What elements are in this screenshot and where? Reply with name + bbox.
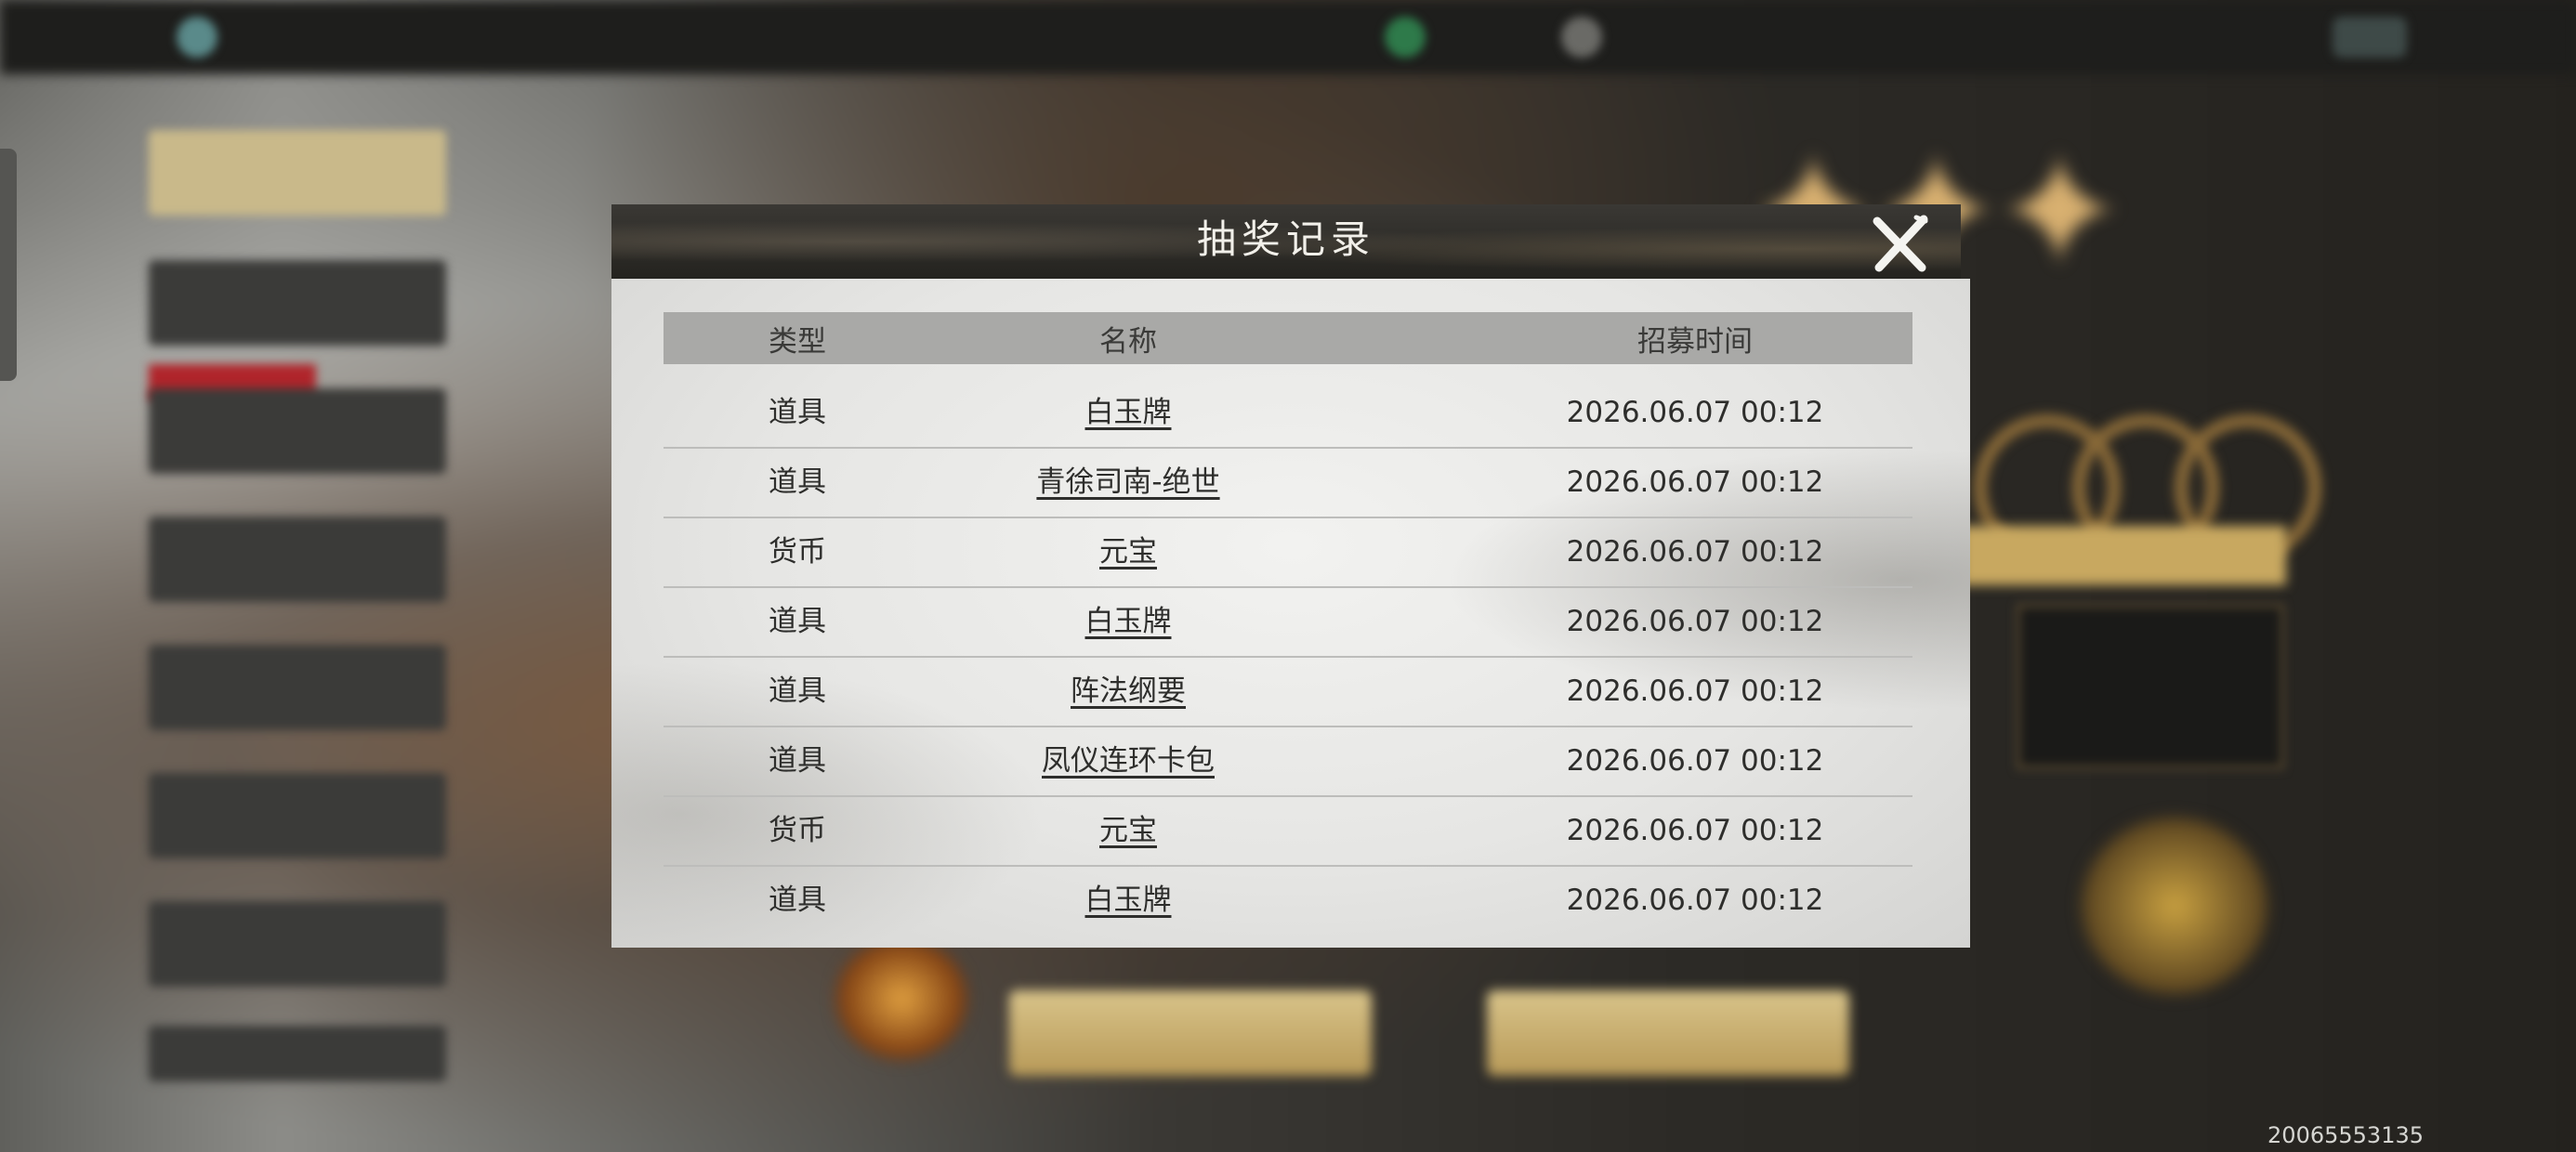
header-type: 类型 (769, 324, 826, 359)
coin-currency-icon (1561, 17, 1602, 58)
menu-icon (2333, 17, 2407, 58)
preview-box (2017, 604, 2284, 769)
orange-orb (836, 938, 966, 1059)
row-name-link[interactable]: 白玉牌 (989, 588, 1268, 656)
row-time: 2026.06.07 00:12 (1566, 744, 1824, 778)
row-time: 2026.06.07 00:12 (1566, 465, 1824, 499)
side-tab (149, 645, 446, 730)
row-time: 2026.06.07 00:12 (1566, 884, 1824, 917)
golden-orb (2082, 818, 2267, 994)
row-type: 道具 (769, 674, 826, 708)
table-row: 道具 白玉牌 2026.06.07 00:12 (664, 867, 1912, 920)
table-row: 道具 阵法纲要 2026.06.07 00:12 (664, 658, 1912, 727)
row-type: 道具 (769, 465, 826, 499)
row-name-link[interactable]: 白玉牌 (989, 379, 1268, 447)
draw-ten-button (1487, 990, 1849, 1076)
row-type: 道具 (769, 884, 826, 917)
side-tab (149, 901, 446, 987)
side-tab (149, 517, 446, 602)
top-bar (0, 0, 2576, 74)
side-tab (149, 773, 446, 858)
dialog-title: 抽奖记录 (1196, 216, 1375, 262)
jade-currency-icon (1385, 17, 1426, 58)
row-name-link[interactable]: 元宝 (989, 797, 1268, 865)
side-tab (149, 260, 446, 346)
row-name-link[interactable]: 凤仪连环卡包 (989, 727, 1268, 795)
row-type: 货币 (769, 535, 826, 569)
row-time: 2026.06.07 00:12 (1566, 674, 1824, 708)
header-time: 招募时间 (1637, 324, 1753, 359)
close-x-icon (1873, 215, 1928, 272)
table-row: 道具 青徐司南-绝世 2026.06.07 00:12 (664, 449, 1912, 518)
row-time: 2026.06.07 00:12 (1566, 396, 1824, 429)
dialog-body: 类型 名称 招募时间 道具 白玉牌 2026.06.07 00:12 道具 青徐… (611, 279, 1970, 948)
row-time: 2026.06.07 00:12 (1566, 814, 1824, 847)
row-type: 道具 (769, 396, 826, 429)
left-edge-handle (0, 149, 17, 381)
table-row: 道具 白玉牌 2026.06.07 00:12 (664, 588, 1912, 658)
row-name-link[interactable]: 阵法纲要 (989, 658, 1268, 726)
side-tab (149, 388, 446, 474)
gold-strip (1961, 526, 2286, 585)
table-row: 道具 凤仪连环卡包 2026.06.07 00:12 (664, 727, 1912, 797)
row-type: 货币 (769, 814, 826, 847)
row-time: 2026.06.07 00:12 (1566, 605, 1824, 638)
header-name: 名称 (1099, 324, 1157, 359)
side-tab-active (149, 130, 446, 216)
back-icon (177, 17, 217, 58)
table-header: 类型 名称 招募时间 (664, 312, 1912, 364)
row-type: 道具 (769, 605, 826, 638)
draw-record-dialog: 抽奖记录 类型 名称 招募时间 道具 白玉牌 2026.06.07 00:12 … (611, 204, 1970, 948)
build-number: 20065553135 (2267, 1122, 2424, 1148)
dialog-header: 抽奖记录 (611, 204, 1961, 281)
draw-once-button (1009, 990, 1372, 1076)
row-time: 2026.06.07 00:12 (1566, 535, 1824, 569)
table-row: 道具 白玉牌 2026.06.07 00:12 (664, 379, 1912, 449)
row-type: 道具 (769, 744, 826, 778)
close-button[interactable] (1868, 214, 1933, 275)
row-name-link[interactable]: 青徐司南-绝世 (989, 449, 1268, 517)
row-name-link[interactable]: 元宝 (989, 518, 1268, 586)
table-row: 货币 元宝 2026.06.07 00:12 (664, 797, 1912, 867)
table-row: 货币 元宝 2026.06.07 00:12 (664, 518, 1912, 588)
row-name-link[interactable]: 白玉牌 (989, 867, 1268, 920)
record-list[interactable]: 道具 白玉牌 2026.06.07 00:12 道具 青徐司南-绝世 2026.… (664, 379, 1912, 920)
side-tab (149, 1026, 446, 1081)
